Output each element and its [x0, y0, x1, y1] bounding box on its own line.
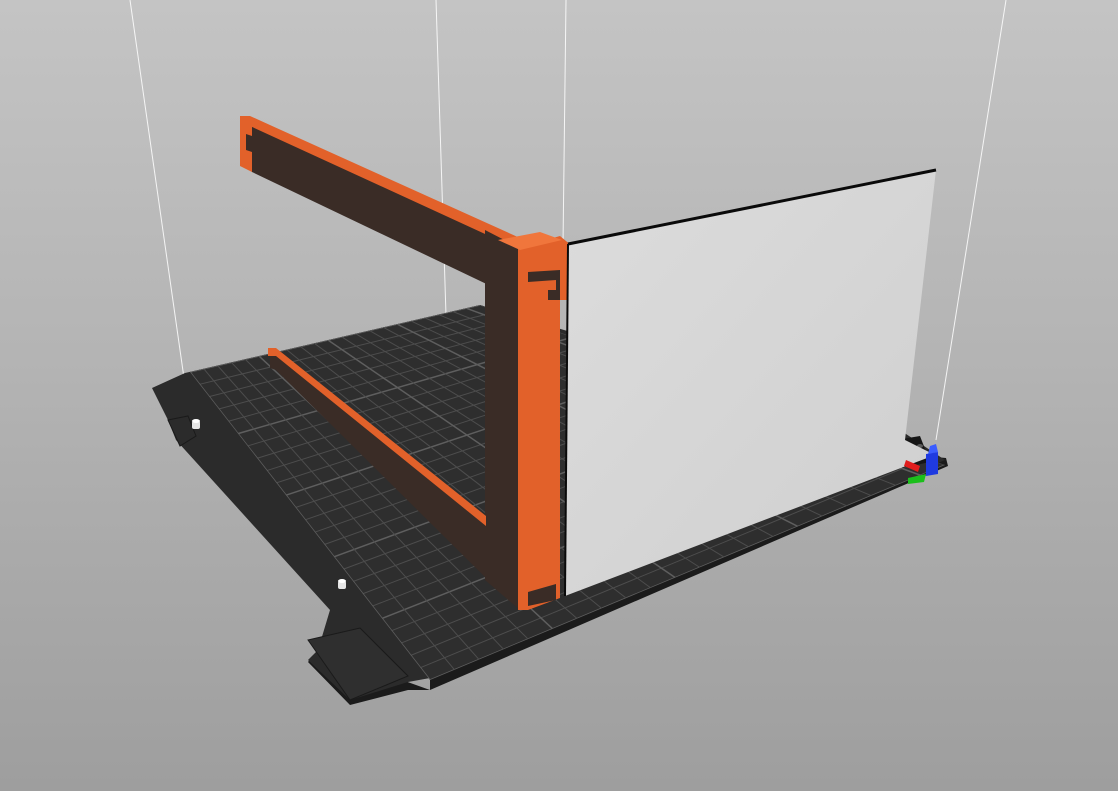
- bed-peg-icon: [192, 419, 200, 429]
- frame-top-arm-face: [240, 118, 520, 300]
- bed-peg-icon: [338, 579, 346, 589]
- 3d-viewport[interactable]: [0, 0, 1118, 791]
- frame-post-face: [485, 230, 520, 610]
- scene-canvas[interactable]: [0, 0, 1118, 791]
